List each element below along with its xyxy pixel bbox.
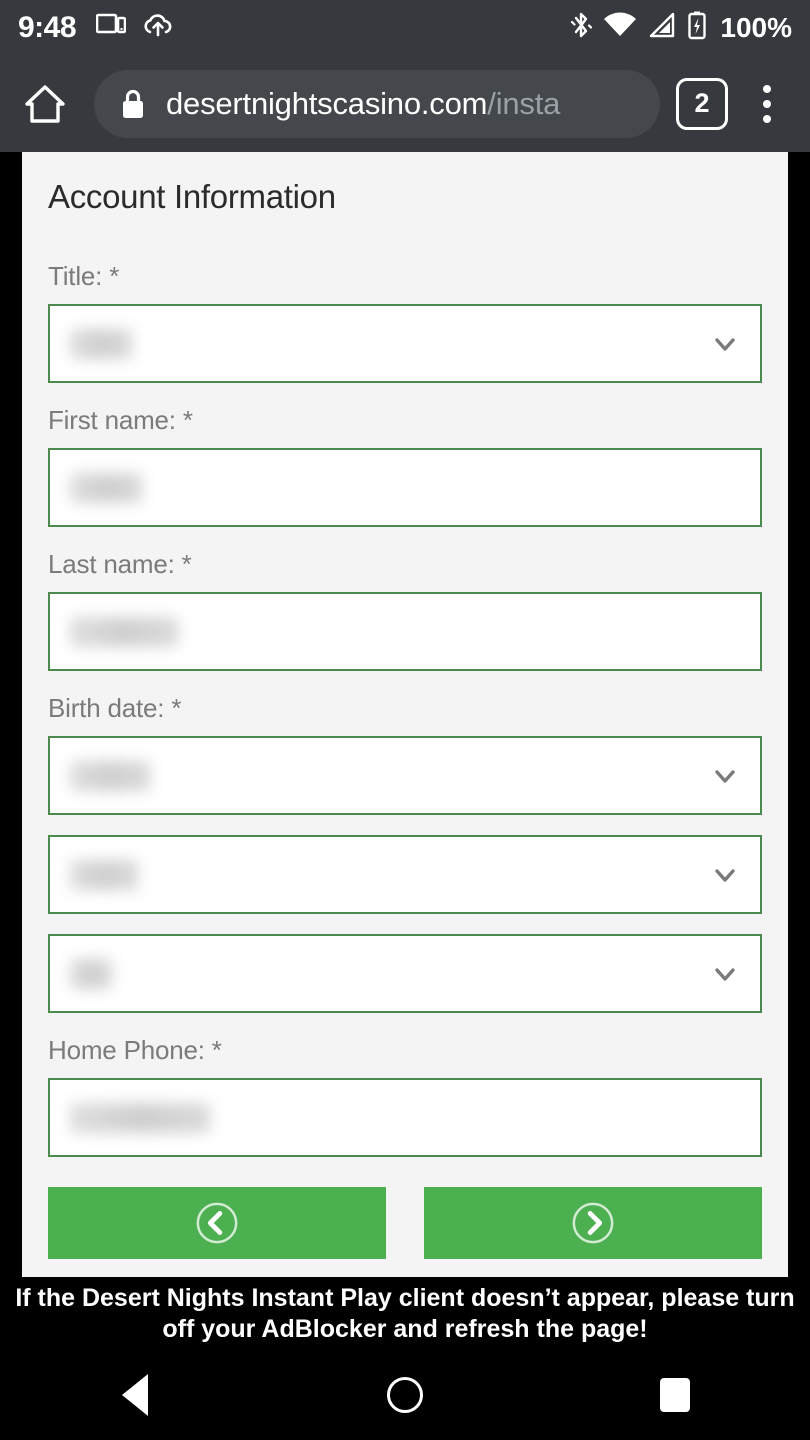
chevron-down-icon — [715, 967, 735, 981]
select-birth-month[interactable] — [48, 736, 762, 815]
bluetooth-icon — [570, 10, 593, 45]
chevron-down-icon — [715, 769, 735, 783]
redacted-value-birth-year — [70, 958, 112, 989]
chevron-down-icon — [715, 868, 735, 882]
field-group-last-name: Last name: * — [48, 549, 762, 671]
url-path: /insta — [487, 85, 561, 121]
web-page-viewport: Account Information Title: * First name:… — [22, 152, 788, 1277]
redacted-value-birth-month — [70, 760, 150, 791]
battery-charging-icon — [687, 10, 707, 45]
status-clock: 9:48 — [18, 10, 77, 44]
label-title: Title: * — [48, 261, 120, 291]
url-domain: desertnightscasino.com — [166, 85, 488, 121]
nav-recents-button[interactable] — [540, 1378, 810, 1412]
input-first-name[interactable] — [48, 448, 762, 527]
phone-screen: 9:48 100% desertnightscasino.com/insta 2… — [0, 0, 810, 1440]
url-bar[interactable]: desertnightscasino.com/insta — [94, 69, 660, 138]
input-home-phone[interactable] — [48, 1078, 762, 1157]
label-first-name: First name: * — [48, 405, 193, 435]
redacted-value-title — [70, 328, 132, 359]
select-birth-year[interactable] — [48, 934, 762, 1013]
next-step-button[interactable] — [424, 1187, 762, 1259]
home-icon — [25, 84, 65, 123]
nav-home-button[interactable] — [270, 1377, 540, 1413]
battery-percent: 100% — [720, 11, 792, 43]
label-last-name: Last name: * — [48, 549, 192, 579]
status-bar: 9:48 100% — [0, 0, 810, 55]
chevron-down-icon — [715, 337, 735, 351]
menu-dot — [763, 114, 771, 123]
field-group-first-name: First name: * — [48, 405, 762, 527]
menu-dot — [763, 84, 771, 93]
redacted-value-last-name — [70, 616, 178, 647]
redacted-value-birth-day — [70, 859, 138, 890]
back-triangle-icon — [122, 1374, 148, 1416]
tab-counter-button[interactable]: 2 — [676, 77, 728, 130]
android-nav-bar — [0, 1350, 810, 1440]
page-title: Account Information — [48, 178, 336, 215]
recents-square-icon — [660, 1378, 690, 1412]
field-group-title: Title: * — [48, 261, 762, 383]
wifi-icon — [603, 11, 637, 44]
input-last-name[interactable] — [48, 592, 762, 671]
home-button[interactable] — [14, 73, 76, 135]
menu-dot — [763, 99, 771, 108]
select-title[interactable] — [48, 304, 762, 383]
previous-step-button[interactable] — [48, 1187, 386, 1259]
field-group-birth-date: Birth date: * — [48, 693, 762, 1013]
nav-back-button[interactable] — [0, 1374, 270, 1416]
home-circle-icon — [387, 1377, 423, 1413]
cellular-signal-icon — [648, 11, 676, 44]
url-text: desertnightscasino.com/insta — [166, 86, 560, 122]
browser-toolbar: desertnightscasino.com/insta 2 — [0, 55, 810, 152]
cloud-upload-icon — [142, 12, 174, 43]
lock-icon — [120, 88, 146, 120]
label-birth-date: Birth date: * — [48, 693, 182, 723]
cast-icon — [95, 12, 127, 43]
label-home-phone: Home Phone: * — [48, 1035, 222, 1065]
chevron-right-circle-icon — [572, 1202, 614, 1244]
form-navigation-buttons — [48, 1187, 762, 1259]
redacted-value-first-name — [70, 472, 142, 503]
overflow-menu-button[interactable] — [738, 84, 796, 123]
select-birth-day[interactable] — [48, 835, 762, 914]
adblocker-notice: If the Desert Nights Instant Play client… — [0, 1277, 810, 1350]
tab-count-label: 2 — [694, 88, 710, 118]
chevron-left-circle-icon — [196, 1202, 238, 1244]
redacted-value-home-phone — [70, 1102, 210, 1133]
field-group-home-phone: Home Phone: * — [48, 1035, 762, 1157]
